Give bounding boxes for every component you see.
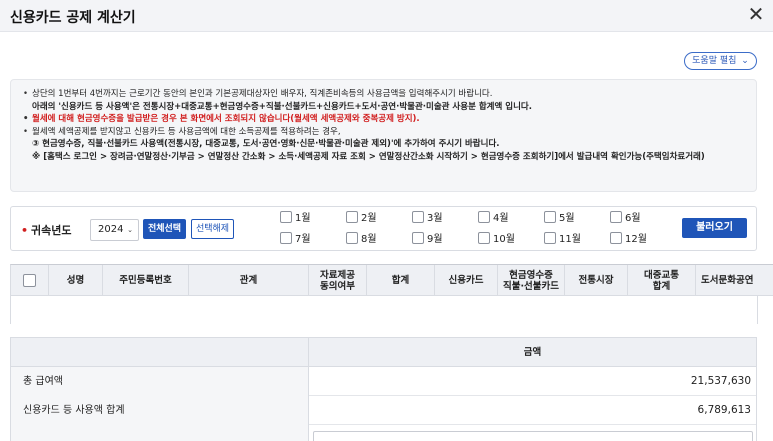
- summary-value: 21,537,630: [690, 375, 751, 387]
- notice-line-6: ※ [홈택스 로그인 > 장려금·연말정산·기부금 > 연말정산 간소화 > 소…: [32, 151, 705, 162]
- summary-input[interactable]: [313, 431, 753, 441]
- grid-header-row: 성명 주민등록번호 관계 자료제공 동의여부 합계 신용카드 현금영수증 직불·…: [11, 265, 773, 296]
- month-checkbox-6[interactable]: 6월: [610, 211, 641, 225]
- notice-line-1: • 상단의 1번부터 4번까지는 근로기간 동안의 본인과 기본공제대상자인 배우…: [23, 89, 493, 99]
- bullet-icon: •: [23, 89, 29, 99]
- grid-header-consent: 자료제공 동의여부: [309, 265, 367, 296]
- notice-line-5: ③ 현금영수증, 직불·선불카드 사용액(전통시장, 대중교통, 도서·공연·영…: [32, 139, 500, 150]
- select-all-checkbox[interactable]: [23, 274, 36, 287]
- summary-value: 6,789,613: [697, 404, 751, 416]
- clear-selection-button[interactable]: 선택해제: [191, 219, 234, 239]
- close-icon[interactable]: ✕: [745, 3, 767, 25]
- usage-grid: 성명 주민등록번호 관계 자료제공 동의여부 합계 신용카드 현금영수증 직불·…: [10, 264, 773, 324]
- checkbox-icon: [412, 211, 424, 223]
- year-label: • 귀속년도: [21, 224, 72, 237]
- checkbox-icon: [544, 211, 556, 223]
- notice-line-3: • 월세에 대해 현금영수증을 발급받은 경우 본 화면에서 조회되지 않습니다(…: [23, 114, 420, 125]
- chevron-down-icon: ⌄: [741, 56, 749, 66]
- checkbox-icon: [280, 211, 292, 223]
- checkbox-icon: [478, 232, 490, 244]
- month-checkbox-2[interactable]: 2월: [346, 211, 377, 225]
- summary-row-card-usage: 신용카드 등 사용액 합계 6,789,613: [11, 396, 756, 425]
- help-toggle-button[interactable]: 도움말 펼침 ⌄: [684, 52, 757, 70]
- month-checkbox-1[interactable]: 1월: [280, 211, 311, 225]
- checkbox-icon: [544, 232, 556, 244]
- month-checkbox-5[interactable]: 5월: [544, 211, 575, 225]
- grid-header-cash-receipt: 현금영수증 직불·선불카드: [498, 265, 565, 296]
- required-mark: •: [21, 224, 29, 237]
- grid-header-public-transport: 대중교통 합계: [628, 265, 696, 296]
- checkbox-icon: [346, 232, 358, 244]
- checkbox-icon: [346, 211, 358, 223]
- checkbox-icon: [412, 232, 424, 244]
- notice-box: • 상단의 1번부터 4번까지는 근로기간 동안의 본인과 기본공제대상자인 배우…: [10, 79, 757, 192]
- month-checkbox-9[interactable]: 9월: [412, 232, 443, 246]
- grid-header-relation: 관계: [189, 265, 309, 296]
- select-all-button[interactable]: 전체선택: [143, 219, 186, 239]
- year-select-value: 2024: [98, 224, 124, 235]
- summary-label: 총 급여액: [11, 367, 309, 396]
- grid-header-name: 성명: [49, 265, 103, 296]
- summary-row-partial: [11, 425, 756, 441]
- checkbox-icon: [610, 232, 622, 244]
- grid-header-culture: 도서문화공연: [696, 265, 773, 296]
- summary-row-total-salary: 총 급여액 21,537,630: [11, 367, 756, 396]
- grid-header-total: 합계: [367, 265, 435, 296]
- chevron-down-icon: ⌄: [127, 226, 133, 234]
- title-bar: 신용카드 공제 계산기 ✕: [0, 0, 773, 32]
- month-checkbox-10[interactable]: 10월: [478, 232, 515, 246]
- notice-line-4: • 월세액 세액공제를 받지않고 신용카드 등 사용금액에 대한 소득공제를 적용…: [23, 126, 341, 137]
- summary-label-partial: [11, 425, 309, 441]
- month-checkbox-12[interactable]: 12월: [610, 232, 647, 246]
- grid-header-traditional-market: 전통시장: [565, 265, 628, 296]
- checkbox-icon: [280, 232, 292, 244]
- window-title: 신용카드 공제 계산기: [10, 10, 136, 26]
- checkbox-icon: [610, 211, 622, 223]
- grid-body-empty: [11, 296, 758, 324]
- summary-header: 금액: [11, 338, 756, 367]
- month-checkbox-3[interactable]: 3월: [412, 211, 443, 225]
- grid-header-rrn: 주민등록번호: [103, 265, 189, 296]
- year-select[interactable]: 2024 ⌄: [90, 219, 139, 241]
- grid-header-credit-card: 신용카드: [435, 265, 498, 296]
- bullet-icon: •: [23, 114, 29, 125]
- month-checkbox-4[interactable]: 4월: [478, 211, 509, 225]
- summary-table: 금액 총 급여액 21,537,630 신용카드 등 사용액 합계 6,789,…: [10, 337, 757, 441]
- load-button[interactable]: 불러오기: [682, 218, 747, 238]
- month-checkbox-11[interactable]: 11월: [544, 232, 581, 246]
- grid-header-select[interactable]: [11, 265, 49, 296]
- bullet-icon: •: [23, 126, 29, 137]
- month-checkbox-8[interactable]: 8월: [346, 232, 377, 246]
- summary-header-blank: [11, 338, 309, 367]
- checkbox-icon: [478, 211, 490, 223]
- notice-line-2: 아래의 '신용카드 등 사용액'은 전통시장+대중교통+현금영수증+직불·선불카…: [32, 101, 532, 112]
- summary-label: 신용카드 등 사용액 합계: [11, 396, 309, 425]
- month-checkbox-7[interactable]: 7월: [280, 232, 311, 246]
- help-toggle-label: 도움말 펼침: [692, 56, 737, 66]
- year-filter-panel: • 귀속년도 2024 ⌄ 전체선택 선택해제 1월 2월 3월 4월 5월 6월…: [10, 206, 757, 251]
- summary-header-amount: 금액: [523, 347, 542, 358]
